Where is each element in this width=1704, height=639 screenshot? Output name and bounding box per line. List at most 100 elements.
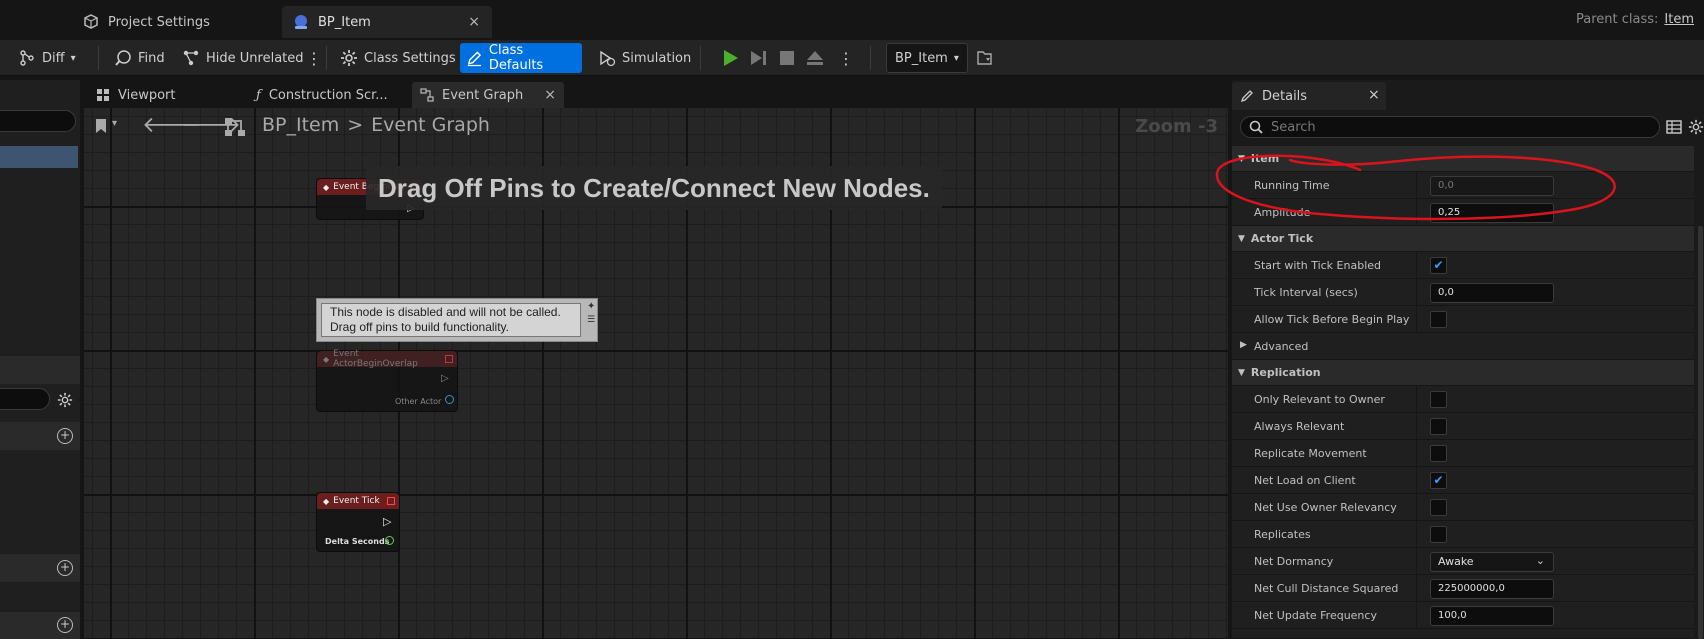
search-input[interactable] bbox=[0, 110, 76, 132]
disabled-node-comment: This node is disabled and will not be ca… bbox=[316, 298, 598, 342]
dropdown-value: Awake bbox=[1438, 555, 1474, 568]
delegate-pin-icon[interactable] bbox=[387, 497, 395, 505]
graph-breadcrumb-bar: ▾ 🡐 🡒 BP_Item > Event Graph Zoom -3 bbox=[84, 108, 1228, 144]
divider bbox=[1416, 306, 1417, 332]
prop-label: Net Load on Client bbox=[1254, 474, 1356, 487]
class-defaults-button[interactable]: Class Defaults bbox=[460, 43, 582, 73]
event-actorbeginoverlap-node[interactable]: ◆ Event ActorBeginOverlap ▷ Other Actor bbox=[316, 349, 458, 412]
tab-details[interactable]: Details × bbox=[1232, 82, 1386, 110]
find-button[interactable]: Find bbox=[108, 43, 171, 73]
find-label: Find bbox=[138, 50, 165, 66]
node-header: ◆ Event Tick bbox=[317, 493, 399, 509]
prop-label: Net Use Owner Relevancy bbox=[1254, 501, 1397, 514]
add-icon[interactable]: + bbox=[57, 617, 73, 633]
parent-class-info: Parent class: Item bbox=[1576, 12, 1694, 27]
section-replication[interactable]: ▼ Replication bbox=[1232, 360, 1694, 386]
more-options-icon[interactable]: ⋮ bbox=[300, 43, 328, 73]
browse-asset-icon[interactable] bbox=[976, 49, 994, 67]
advanced-expander[interactable]: ▶ Advanced bbox=[1232, 333, 1694, 360]
divider bbox=[1416, 602, 1417, 628]
class-settings-button[interactable]: Class Settings bbox=[334, 43, 462, 73]
function-icon: ƒ bbox=[256, 87, 261, 103]
tab-project-settings[interactable]: Project Settings bbox=[72, 6, 272, 38]
prop-label: Net Cull Distance Squared bbox=[1254, 582, 1399, 595]
section-actor-tick[interactable]: ▼ Actor Tick bbox=[1232, 226, 1694, 252]
checkbox[interactable] bbox=[1430, 445, 1447, 462]
close-icon[interactable]: × bbox=[1368, 87, 1380, 103]
amplitude-field[interactable]: 0,25 bbox=[1430, 203, 1554, 223]
checkbox[interactable]: ✔ bbox=[1430, 257, 1447, 274]
section-item[interactable]: ▼ Item bbox=[1232, 146, 1694, 172]
prop-tick-interval: Tick Interval (secs) 0,0 bbox=[1232, 279, 1694, 306]
checkbox[interactable] bbox=[1430, 391, 1447, 408]
checkbox[interactable] bbox=[1430, 526, 1447, 543]
step-icon[interactable] bbox=[748, 46, 770, 70]
graph-hierarchy-icon[interactable] bbox=[224, 117, 246, 137]
exec-pin-icon[interactable]: ▷ bbox=[441, 373, 449, 384]
close-icon[interactable]: × bbox=[468, 14, 480, 30]
breadcrumb-root[interactable]: BP_Item bbox=[262, 114, 339, 136]
tab-label: Construction Scr... bbox=[268, 87, 388, 103]
close-icon[interactable]: × bbox=[544, 87, 556, 103]
toolbar-divider bbox=[326, 46, 327, 70]
stop-icon[interactable] bbox=[776, 46, 798, 70]
add-icon[interactable]: + bbox=[57, 560, 73, 576]
simulation-button[interactable]: Simulation bbox=[592, 43, 697, 73]
event-tick-node[interactable]: ◆ Event Tick ▷ Delta Seconds bbox=[316, 492, 400, 552]
pin-label: Delta Seconds bbox=[325, 537, 390, 546]
pin-icon[interactable]: ✦ bbox=[587, 301, 595, 312]
bookmark-dropdown[interactable]: ▾ bbox=[94, 118, 117, 134]
prop-label: Advanced bbox=[1254, 340, 1309, 353]
eject-icon[interactable] bbox=[804, 46, 826, 70]
add-icon[interactable]: + bbox=[57, 428, 73, 444]
net-cull-field[interactable]: 225000000,0 bbox=[1430, 579, 1554, 599]
tab-construction-script[interactable]: ƒ Construction Scr... bbox=[248, 82, 388, 108]
gear-icon[interactable] bbox=[57, 392, 73, 408]
prop-running-time: Running Time 0,0 bbox=[1232, 172, 1694, 199]
disabled-note-text: This node is disabled and will not be ca… bbox=[321, 303, 581, 337]
event-graph-icon bbox=[420, 88, 434, 102]
collapse-arrow-icon: ▼ bbox=[1238, 153, 1245, 164]
checkbox[interactable] bbox=[1430, 311, 1447, 328]
details-search-input[interactable]: Search bbox=[1240, 116, 1660, 138]
object-pin-icon[interactable] bbox=[445, 395, 454, 404]
parent-class-link[interactable]: Item bbox=[1664, 12, 1694, 27]
play-icon[interactable] bbox=[720, 46, 742, 70]
tab-label: Event Graph bbox=[442, 87, 524, 103]
play-options-icon[interactable]: ⋮ bbox=[832, 43, 860, 73]
diff-label: Diff bbox=[42, 50, 65, 66]
selected-list-item[interactable] bbox=[0, 146, 78, 168]
gear-icon[interactable] bbox=[1688, 119, 1704, 135]
search-input[interactable] bbox=[0, 388, 50, 410]
checkbox[interactable]: ✔ bbox=[1430, 472, 1447, 489]
exec-pin-icon[interactable]: ▷ bbox=[383, 515, 391, 528]
net-update-field[interactable]: 100,0 bbox=[1430, 606, 1554, 626]
checkbox[interactable] bbox=[1430, 499, 1447, 516]
checkbox[interactable] bbox=[1430, 418, 1447, 435]
tab-bp-item[interactable]: BP_Item × bbox=[282, 6, 492, 38]
details-scrollbar[interactable] bbox=[1698, 226, 1703, 639]
prop-net-dormancy: Net Dormancy Awake ⌄ bbox=[1232, 548, 1694, 575]
event-diamond-icon: ◆ bbox=[323, 496, 330, 506]
prop-label: Replicates bbox=[1254, 528, 1311, 541]
tick-interval-field[interactable]: 0,0 bbox=[1430, 283, 1554, 303]
float-pin-icon[interactable] bbox=[385, 536, 394, 545]
hide-unrelated-button[interactable]: Hide Unrelated bbox=[176, 43, 310, 73]
tab-viewport[interactable]: Viewport bbox=[88, 82, 236, 108]
diff-button[interactable]: Diff ▾ bbox=[12, 43, 82, 73]
simulation-icon bbox=[600, 50, 616, 67]
prop-amplitude: Amplitude 0,25 bbox=[1232, 199, 1694, 226]
tab-event-graph[interactable]: Event Graph × bbox=[412, 82, 564, 108]
delegate-pin-icon[interactable] bbox=[445, 355, 453, 363]
chevron-down-icon: ▾ bbox=[112, 118, 118, 129]
blueprint-debug-dropdown[interactable]: BP_Item ▾ bbox=[886, 43, 968, 73]
list-icon[interactable]: ☰ bbox=[587, 315, 595, 325]
prop-label: Always Relevant bbox=[1254, 420, 1345, 433]
net-dormancy-dropdown[interactable]: Awake ⌄ bbox=[1430, 552, 1554, 572]
table-view-icon[interactable] bbox=[1666, 119, 1682, 135]
bookmark-icon bbox=[96, 119, 106, 133]
divider bbox=[1416, 172, 1417, 198]
divider bbox=[1416, 199, 1417, 225]
running-time-field[interactable]: 0,0 bbox=[1430, 176, 1554, 196]
prop-label: Only Relevant to Owner bbox=[1254, 393, 1385, 406]
